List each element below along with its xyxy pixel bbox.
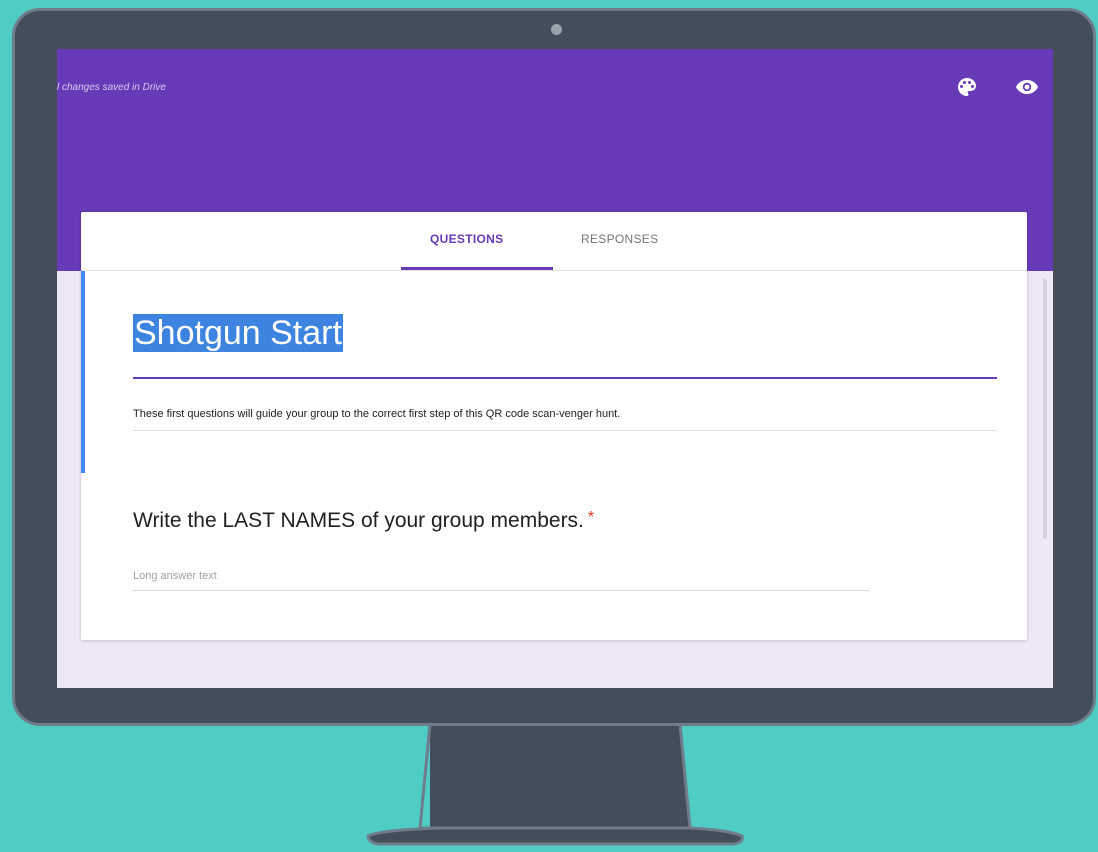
answer-underline xyxy=(133,590,869,591)
question-title-text: Write the LAST NAMES of your group membe… xyxy=(133,509,584,532)
tab-questions[interactable]: QUESTIONS xyxy=(430,232,503,246)
scene: l changes saved in Drive QUESTIONS RESPO… xyxy=(0,0,1098,852)
eye-icon[interactable] xyxy=(1015,75,1039,99)
webcam-dot xyxy=(551,24,562,35)
tabs-divider xyxy=(81,270,1027,271)
screen: l changes saved in Drive QUESTIONS RESPO… xyxy=(57,49,1053,688)
required-mark: * xyxy=(587,509,595,526)
form-title-text: Shotgun Start xyxy=(133,314,343,352)
description-underline xyxy=(133,430,997,431)
scrollbar[interactable] xyxy=(1043,279,1047,539)
tab-bar: QUESTIONS RESPONSES xyxy=(81,212,1027,270)
save-status: l changes saved in Drive xyxy=(57,82,166,93)
selected-section-accent xyxy=(81,271,85,473)
form-description[interactable]: These first questions will guide your gr… xyxy=(133,408,620,420)
title-underline xyxy=(133,377,997,379)
monitor-stand xyxy=(366,724,744,846)
tab-responses[interactable]: RESPONSES xyxy=(581,232,658,246)
question-title[interactable]: Write the LAST NAMES of your group membe… xyxy=(133,509,594,533)
form-card: QUESTIONS RESPONSES Shotgun Start These … xyxy=(81,212,1027,640)
long-answer-field[interactable]: Long answer text xyxy=(133,570,217,582)
palette-icon[interactable] xyxy=(955,75,979,99)
form-title-input[interactable]: Shotgun Start xyxy=(133,314,343,353)
